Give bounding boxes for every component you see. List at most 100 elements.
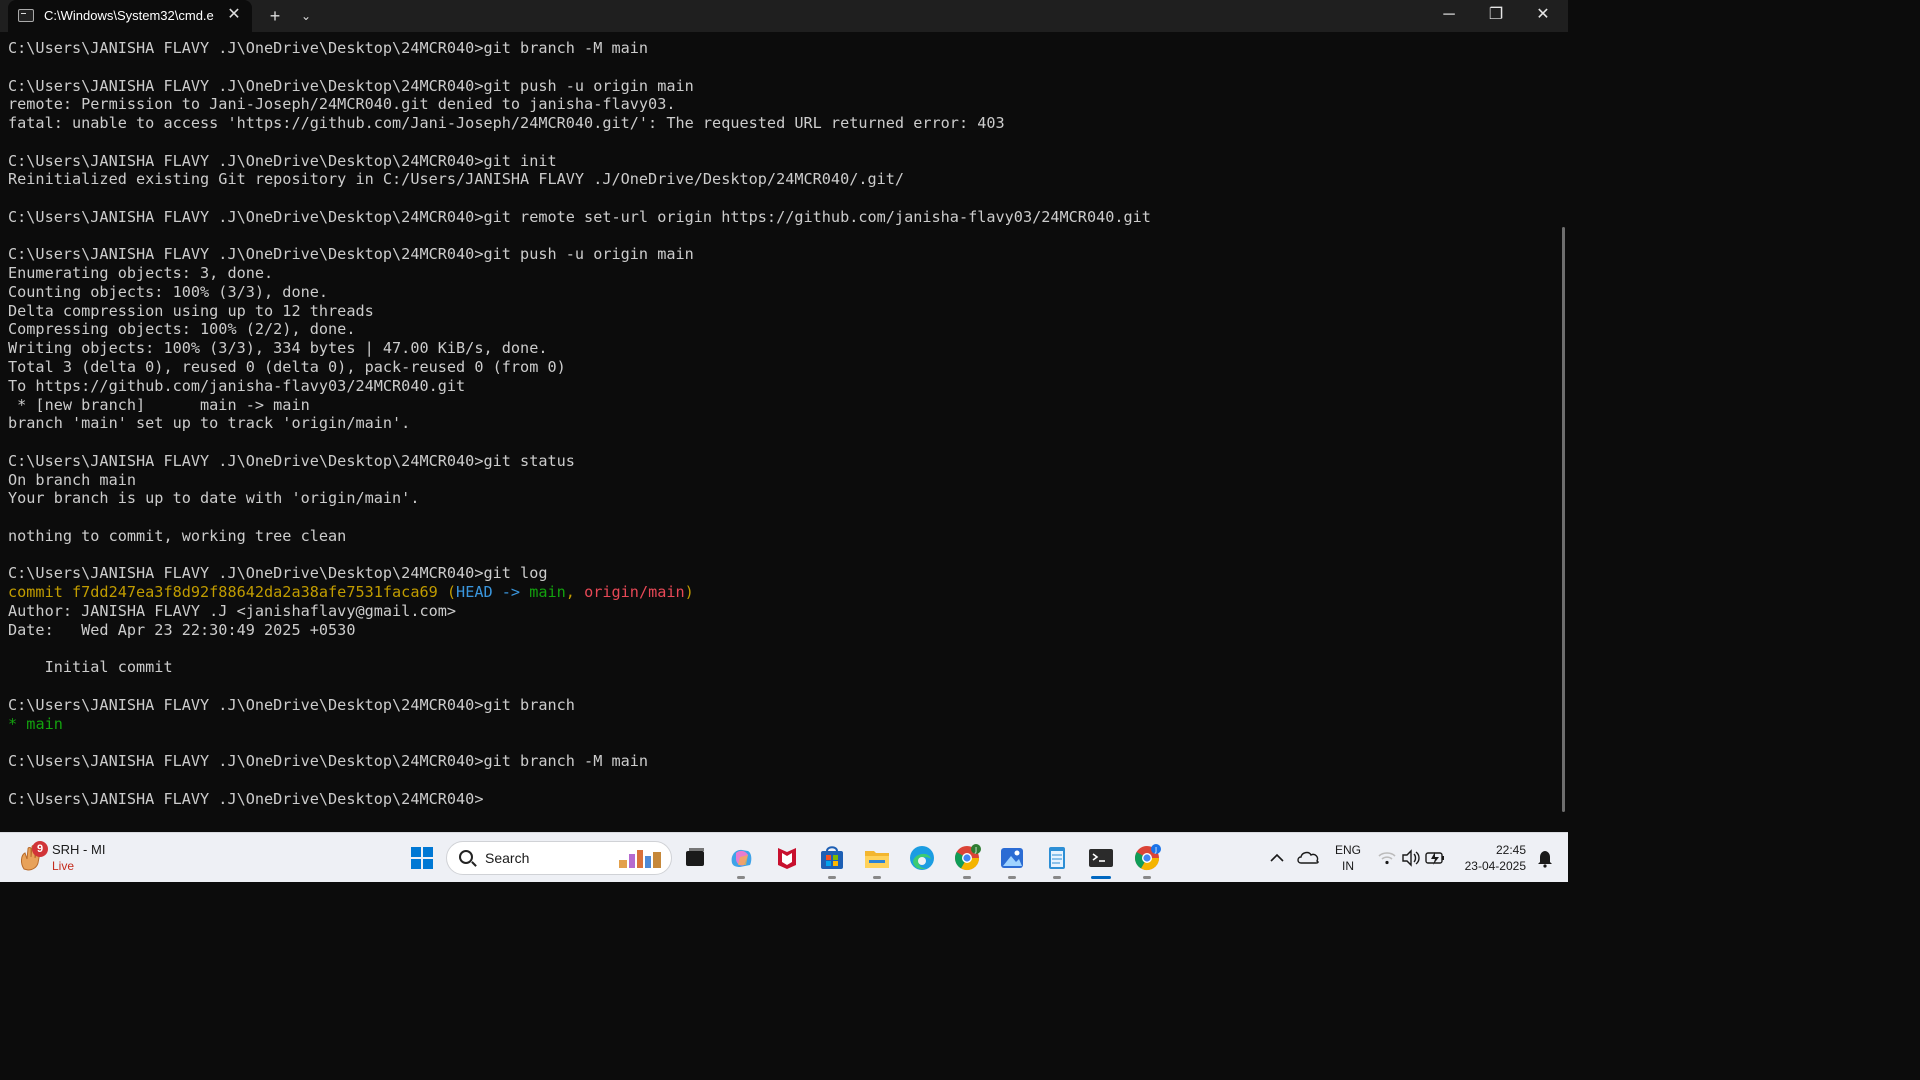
photos-button[interactable] — [995, 841, 1029, 879]
chrome-profile-button[interactable]: J — [950, 841, 984, 879]
terminal-text: HEAD -> — [456, 583, 530, 602]
terminal-text: C:\Users\JANISHA FLAVY .J\OneDrive\Deskt… — [8, 752, 649, 771]
terminal-line: C:\Users\JANISHA FLAVY .J\OneDrive\Deskt… — [8, 152, 1151, 171]
terminal-text: fatal: unable to access 'https://github.… — [8, 114, 1005, 133]
mcafee-button[interactable] — [770, 841, 804, 875]
region-code: IN — [1342, 859, 1354, 873]
terminal-text: C:\Users\JANISHA FLAVY .J\OneDrive\Deskt… — [8, 39, 649, 57]
start-button[interactable] — [405, 841, 439, 875]
running-indicator — [963, 876, 971, 879]
clock[interactable]: 22:45 23-04-2025 — [1452, 842, 1526, 874]
search-highlight-icon — [619, 850, 661, 868]
clock-date: 23-04-2025 — [1464, 859, 1526, 873]
terminal-line: Writing objects: 100% (3/3), 334 bytes |… — [8, 339, 1151, 358]
terminal-text: * [new branch] main -> main — [8, 395, 310, 414]
task-view-icon — [686, 848, 704, 866]
chrome-profile-2-button[interactable]: J — [1130, 841, 1164, 879]
terminal-line: Reinitialized existing Git repository in… — [8, 170, 1151, 189]
microsoft-store-button[interactable] — [815, 841, 849, 879]
terminal-text: C:\Users\JANISHA FLAVY .J\OneDrive\Deskt… — [8, 564, 548, 583]
weather-status: Live — [52, 859, 75, 873]
close-window-button[interactable]: ✕ — [1520, 0, 1566, 32]
terminal-scrollbar[interactable] — [1560, 32, 1568, 832]
terminal-line: * main — [8, 715, 1151, 734]
terminal-text: commit f7dd247ea3f8d92f88642da2a38afe753… — [8, 583, 457, 602]
maximize-button[interactable]: ❐ — [1473, 0, 1519, 32]
new-tab-button[interactable]: + — [264, 5, 286, 27]
close-tab-icon[interactable]: ✕ — [224, 5, 244, 25]
terminal-text: Reinitialized existing Git repository in… — [8, 170, 905, 189]
terminal-line: Compressing objects: 100% (2/2), done. — [8, 320, 1151, 339]
terminal-text: Writing objects: 100% (3/3), 334 bytes |… — [8, 339, 548, 358]
terminal-text: To https://github.com/janisha-flavy03/24… — [8, 376, 466, 395]
language-code: ENG — [1334, 843, 1361, 857]
terminal-text: * — [8, 714, 27, 733]
search-icon — [459, 850, 473, 864]
language-indicator[interactable]: ENG IN — [1330, 842, 1366, 874]
running-indicator — [828, 876, 836, 879]
terminal-line: Your branch is up to date with 'origin/m… — [8, 489, 1151, 508]
file-explorer-icon — [865, 851, 889, 868]
clock-time: 22:45 — [1495, 843, 1526, 857]
onedrive-button[interactable] — [1292, 841, 1326, 875]
terminal-line: Counting objects: 100% (3/3), done. — [8, 283, 1151, 302]
notifications-button[interactable] — [1528, 841, 1562, 875]
terminal-text: C:\Users\JANISHA FLAVY .J\OneDrive\Deskt… — [8, 245, 694, 264]
terminal-taskbar-button[interactable] — [1084, 841, 1118, 879]
running-indicator — [1053, 876, 1061, 879]
notification-badge: 9 — [32, 841, 48, 857]
terminal-text: C:\Users\JANISHA FLAVY .J\OneDrive\Deskt… — [8, 151, 557, 170]
file-explorer-button[interactable] — [860, 841, 894, 879]
scrollbar-thumb[interactable] — [1562, 227, 1565, 812]
onedrive-cloud-icon — [1297, 851, 1319, 864]
running-indicator — [1008, 876, 1016, 879]
chevron-down-icon[interactable]: ⌄ — [296, 5, 316, 27]
chrome-icon: J — [954, 844, 981, 871]
terminal-tab[interactable]: C:\Windows\System32\cmd.e ✕ — [8, 0, 252, 32]
terminal-output[interactable]: C:\Users\JANISHA FLAVY .J\OneDrive\Deskt… — [0, 32, 1560, 832]
active-indicator — [1091, 876, 1111, 879]
terminal-text: main — [26, 714, 63, 733]
minimize-button[interactable]: ─ — [1426, 0, 1472, 32]
terminal-lines: C:\Users\JANISHA FLAVY .J\OneDrive\Deskt… — [8, 39, 1151, 808]
terminal-text: C:\Users\JANISHA FLAVY .J\OneDrive\Deskt… — [8, 451, 575, 470]
terminal-line: Delta compression using up to 12 threads — [8, 302, 1151, 321]
terminal-line: Initial commit — [8, 658, 1151, 677]
terminal-text: Compressing objects: 100% (2/2), done. — [8, 320, 356, 339]
terminal-text: C:\Users\JANISHA FLAVY .J\OneDrive\Deskt… — [8, 76, 694, 95]
terminal-line: Date: Wed Apr 23 22:30:49 2025 +0530 — [8, 621, 1151, 640]
terminal-text: ) — [684, 583, 694, 602]
terminal-text: main — [529, 583, 566, 602]
mcafee-icon — [778, 848, 796, 869]
weather-title: SRH - MI — [52, 842, 106, 857]
terminal-text: C:\Users\JANISHA FLAVY .J\OneDrive\Deskt… — [8, 207, 1151, 226]
bell-icon — [1538, 851, 1552, 868]
terminal-text: remote: Permission to Jani-Joseph/24MCR0… — [8, 95, 676, 114]
edge-button[interactable] — [905, 841, 939, 875]
running-indicator — [873, 876, 881, 879]
terminal-line: C:\Users\JANISHA FLAVY .J\OneDrive\Deskt… — [8, 39, 1151, 58]
notepad-button[interactable] — [1040, 841, 1074, 879]
battery-button[interactable] — [1418, 841, 1452, 875]
terminal-text: C:\Users\JANISHA FLAVY .J\OneDrive\Deskt… — [8, 789, 484, 808]
taskbar-search[interactable]: Search — [446, 841, 672, 875]
terminal-line: C:\Users\JANISHA FLAVY .J\OneDrive\Deskt… — [8, 752, 1151, 771]
svg-text:J: J — [1154, 846, 1157, 854]
terminal-text: Total 3 (delta 0), reused 0 (delta 0), p… — [8, 358, 566, 377]
edge-icon — [910, 846, 934, 870]
terminal-text: C:\Users\JANISHA FLAVY .J\OneDrive\Deskt… — [8, 695, 575, 714]
terminal-line: fatal: unable to access 'https://github.… — [8, 114, 1151, 133]
terminal-text: On branch main — [8, 470, 137, 489]
task-view-button[interactable] — [678, 841, 712, 875]
taskbar: 9 SRH - MI Live Search J J ENG IN 22:45 … — [0, 832, 1568, 882]
search-label: Search — [485, 850, 530, 866]
show-hidden-icons-button[interactable] — [1260, 841, 1294, 875]
copilot-button[interactable] — [724, 841, 758, 879]
terminal-text: , — [565, 583, 585, 602]
running-indicator — [1143, 876, 1151, 879]
cmd-icon — [18, 9, 34, 22]
